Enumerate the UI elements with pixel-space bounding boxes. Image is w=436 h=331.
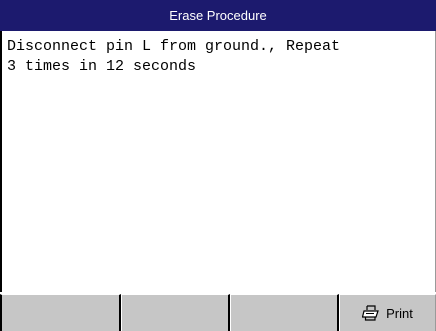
message-line-2: 3 times in 12 seconds [7, 58, 197, 75]
print-button-label: Print [386, 305, 413, 321]
title-bar: Erase Procedure [0, 0, 436, 31]
message-line-1: Disconnect pin L from ground., Repeat [7, 38, 341, 55]
erase-procedure-window: Erase Procedure Disconnect pin L from gr… [0, 0, 436, 331]
toolbar-button-3[interactable] [230, 294, 339, 331]
toolbar-button-1[interactable] [0, 294, 121, 331]
printer-icon [361, 305, 380, 321]
print-button[interactable]: Print [339, 294, 436, 331]
bottom-toolbar: Print [0, 292, 436, 331]
message-area: Disconnect pin L from ground., Repeat 3 … [0, 31, 436, 292]
toolbar-button-2[interactable] [121, 294, 230, 331]
window-title: Erase Procedure [169, 8, 267, 23]
